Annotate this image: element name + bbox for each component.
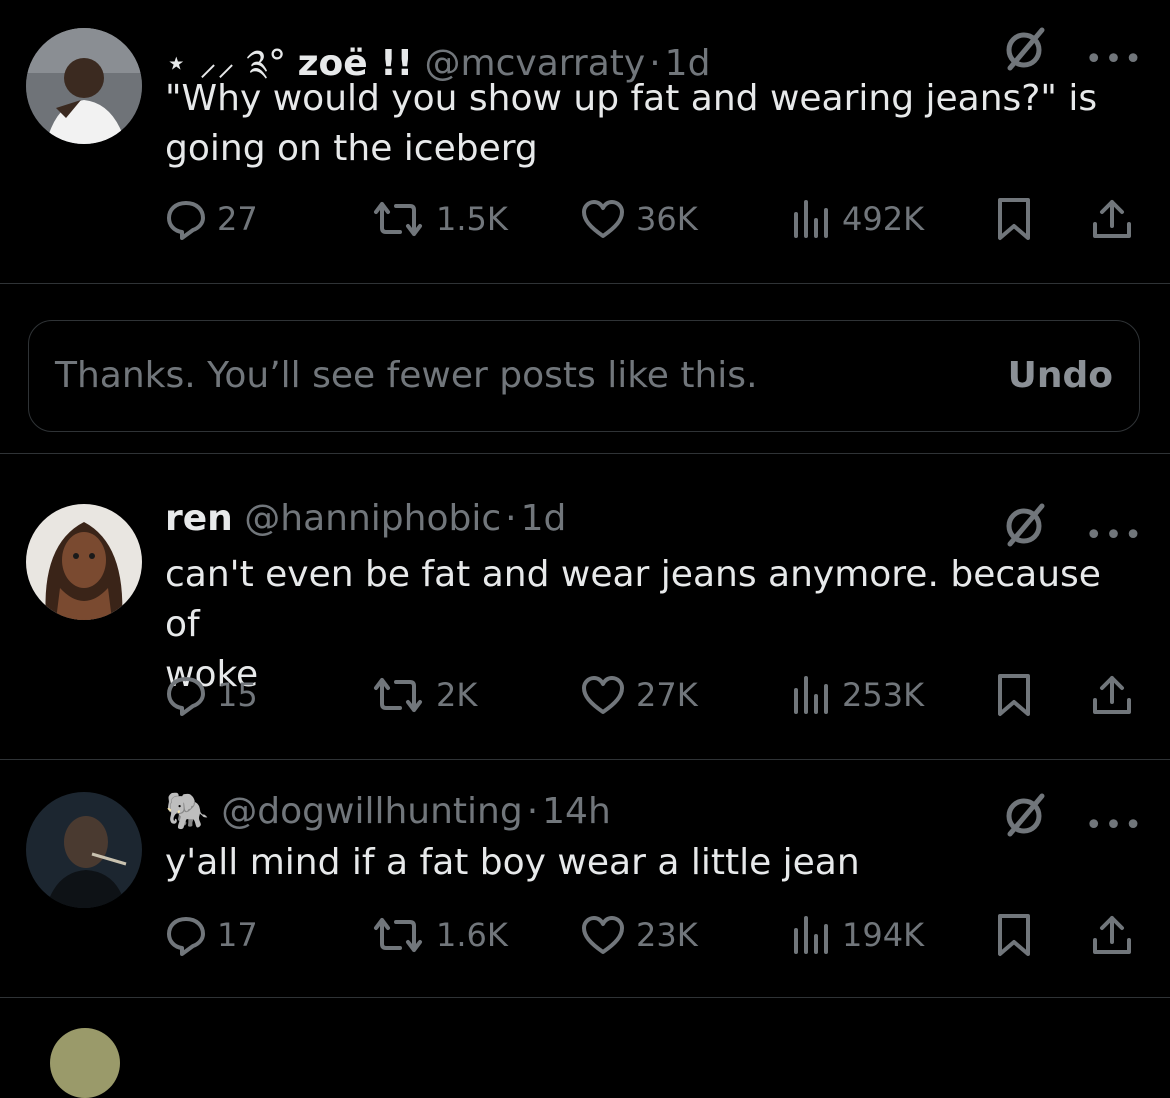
view-count: 253K — [842, 676, 925, 714]
views-button[interactable]: 492K — [790, 194, 924, 244]
view-count: 194K — [842, 916, 925, 954]
repost-icon — [374, 202, 422, 236]
share-icon — [1093, 676, 1131, 714]
views-button[interactable]: 194K — [790, 910, 924, 960]
divider — [0, 283, 1170, 284]
repost-count: 1.6K — [436, 916, 508, 954]
heart-icon — [582, 200, 624, 238]
handle[interactable]: @dogwillhunting — [221, 791, 522, 832]
reply-count: 27 — [217, 200, 258, 238]
analytics-icon — [794, 676, 828, 714]
repost-count: 1.5K — [436, 200, 508, 238]
share-icon — [1093, 916, 1131, 954]
views-button[interactable]: 253K — [790, 670, 924, 720]
share-button[interactable] — [1090, 670, 1134, 720]
post[interactable]: ren @hanniphobic · 1d ••• can't even be fa… — [0, 454, 1170, 759]
notice-text: Thanks. You’ll see fewer posts like this… — [55, 355, 758, 396]
bookmark-button[interactable] — [995, 670, 1033, 720]
more-options-icon[interactable]: ••• — [1085, 518, 1144, 553]
bookmark-icon — [998, 198, 1030, 240]
repost-button[interactable]: 2K — [370, 670, 477, 720]
separator-dot: · — [505, 498, 517, 539]
timestamp[interactable]: 14h — [542, 791, 611, 832]
post-text: "Why would you show up fat and wearing j… — [165, 78, 1098, 169]
repost-icon — [374, 918, 422, 952]
block-icon[interactable] — [1004, 792, 1050, 842]
like-count: 27K — [636, 676, 698, 714]
next-post-avatar[interactable] — [50, 1028, 120, 1098]
reply-count: 17 — [217, 916, 258, 954]
reply-count: 15 — [217, 676, 258, 714]
post[interactable]: ⋆ ⸝⸝ ༉° zoë !! @mcvarraty · 1d ••• "Why wo… — [0, 0, 1170, 283]
handle[interactable]: @hanniphobic — [244, 498, 501, 539]
undo-button[interactable]: Undo — [1008, 355, 1113, 396]
reply-button[interactable]: 15 — [165, 670, 258, 720]
bookmark-icon — [998, 914, 1030, 956]
repost-button[interactable]: 1.5K — [370, 194, 508, 244]
analytics-icon — [794, 200, 828, 238]
reply-button[interactable]: 27 — [165, 194, 258, 244]
reply-icon — [167, 677, 205, 716]
analytics-icon — [794, 916, 828, 954]
share-icon — [1093, 200, 1131, 238]
more-options-icon[interactable]: ••• — [1085, 42, 1144, 77]
share-button[interactable] — [1090, 194, 1134, 244]
view-count: 492K — [842, 200, 925, 238]
bookmark-button[interactable] — [995, 910, 1033, 960]
like-count: 36K — [636, 200, 698, 238]
repost-icon — [374, 678, 422, 712]
separator-dot: · — [526, 791, 539, 832]
like-count: 23K — [636, 916, 698, 954]
post-text: y'all mind if a fat boy wear a little je… — [165, 842, 860, 883]
post-header: ren @hanniphobic · 1d — [165, 498, 566, 539]
reply-icon — [167, 917, 205, 956]
post-header: 🐘 @dogwillhunting · 14h — [165, 790, 611, 832]
bookmark-icon — [998, 674, 1030, 716]
avatar[interactable] — [26, 792, 142, 908]
heart-icon — [582, 916, 624, 954]
elephant-icon: 🐘 — [165, 791, 210, 832]
block-icon[interactable] — [1004, 26, 1050, 76]
divider — [0, 997, 1170, 998]
repost-button[interactable]: 1.6K — [370, 910, 508, 960]
reply-button[interactable]: 17 — [165, 910, 258, 960]
repost-count: 2K — [436, 676, 478, 714]
avatar[interactable] — [26, 28, 142, 144]
like-button[interactable]: 36K — [580, 194, 698, 244]
timestamp[interactable]: 1d — [521, 498, 567, 539]
display-name[interactable]: ren — [165, 498, 233, 539]
like-button[interactable]: 27K — [580, 670, 698, 720]
block-icon[interactable] — [1004, 502, 1050, 552]
feedback-notice: Thanks. You’ll see fewer posts like this… — [28, 320, 1140, 432]
like-button[interactable]: 23K — [580, 910, 698, 960]
reply-icon — [167, 201, 205, 240]
post[interactable]: 🐘 @dogwillhunting · 14h ••• y'all mind if … — [0, 760, 1170, 997]
heart-icon — [582, 676, 624, 714]
share-button[interactable] — [1090, 910, 1134, 960]
avatar[interactable] — [26, 504, 142, 620]
bookmark-button[interactable] — [995, 194, 1033, 244]
